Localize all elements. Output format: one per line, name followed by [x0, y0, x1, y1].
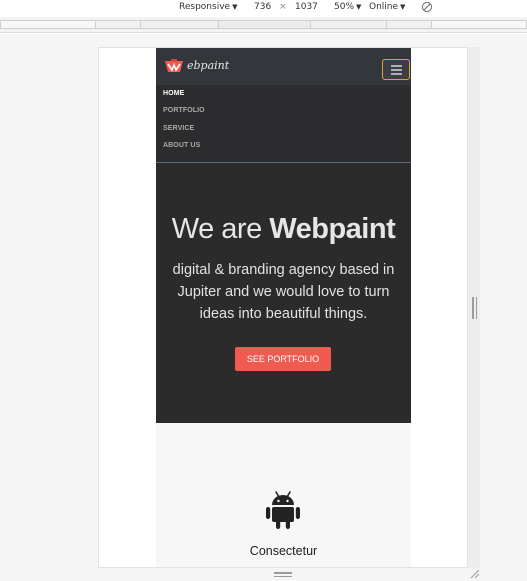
right-resize-handle[interactable] — [472, 297, 478, 319]
menu-bar — [391, 73, 402, 75]
zoom-select-label: 50% — [334, 2, 355, 12]
menu-bar — [391, 69, 402, 71]
hamburger-menu-icon[interactable] — [382, 59, 410, 80]
rotate-icon[interactable] — [421, 1, 433, 13]
hero-title-brand: Webpaint — [269, 213, 396, 245]
device-select-label: Responsive — [179, 2, 231, 12]
throttling-select-label: Online — [369, 2, 399, 12]
dropdown-caret-icon: ▼ — [232, 3, 238, 11]
device-select[interactable]: Responsive ▼ — [179, 2, 237, 12]
android-icon — [266, 491, 300, 529]
height-input[interactable]: 1037 — [295, 2, 318, 12]
grip-line — [274, 575, 292, 577]
brand-name[interactable]: ebpaint — [187, 59, 229, 72]
dropdown-caret-icon: ▼ — [356, 3, 362, 11]
device-toolbar: Responsive ▼ 736 × 1037 50% ▼ Online ▼ — [0, 0, 527, 17]
paint-bucket-logo-icon[interactable] — [164, 59, 184, 74]
width-input[interactable]: 736 — [254, 2, 271, 12]
website: ebpaint HOME PORTFOLIO SERVICE ABOUT US … — [156, 48, 411, 567]
site-navbar: ebpaint — [156, 48, 411, 85]
hero-title-prefix: We are — [171, 213, 270, 245]
nav-menu: HOME PORTFOLIO SERVICE ABOUT US — [156, 85, 411, 163]
nav-item-service[interactable]: SERVICE — [163, 125, 194, 132]
feature-title: Consectetur — [249, 544, 318, 558]
nav-item-home[interactable]: HOME — [163, 90, 184, 97]
hero-title: We are Webpaint — [156, 213, 411, 246]
media-query-range[interactable] — [218, 20, 311, 29]
hero-text: digital & branding agency based in Jupit… — [172, 262, 395, 322]
dropdown-caret-icon: ▼ — [400, 3, 406, 11]
device-viewport: ebpaint HOME PORTFOLIO SERVICE ABOUT US … — [98, 47, 468, 568]
dimension-separator: × — [279, 2, 287, 12]
nav-item-portfolio[interactable]: PORTFOLIO — [163, 107, 205, 114]
throttling-select[interactable]: Online ▼ — [369, 2, 405, 12]
grip-line — [472, 297, 474, 319]
nav-item-about-us[interactable]: ABOUT US — [163, 142, 200, 149]
corner-resize-icon[interactable] — [469, 568, 480, 579]
zoom-select[interactable]: 50% ▼ — [334, 2, 361, 12]
menu-bar — [391, 65, 402, 67]
hero-section: We are Webpaint digital & branding agenc… — [156, 163, 411, 423]
media-query-bar — [0, 17, 527, 33]
bottom-resize-handle[interactable] — [274, 572, 292, 577]
grip-line — [274, 572, 292, 574]
grip-line — [475, 297, 477, 319]
see-portfolio-button[interactable]: SEE PORTFOLIO — [235, 347, 331, 371]
